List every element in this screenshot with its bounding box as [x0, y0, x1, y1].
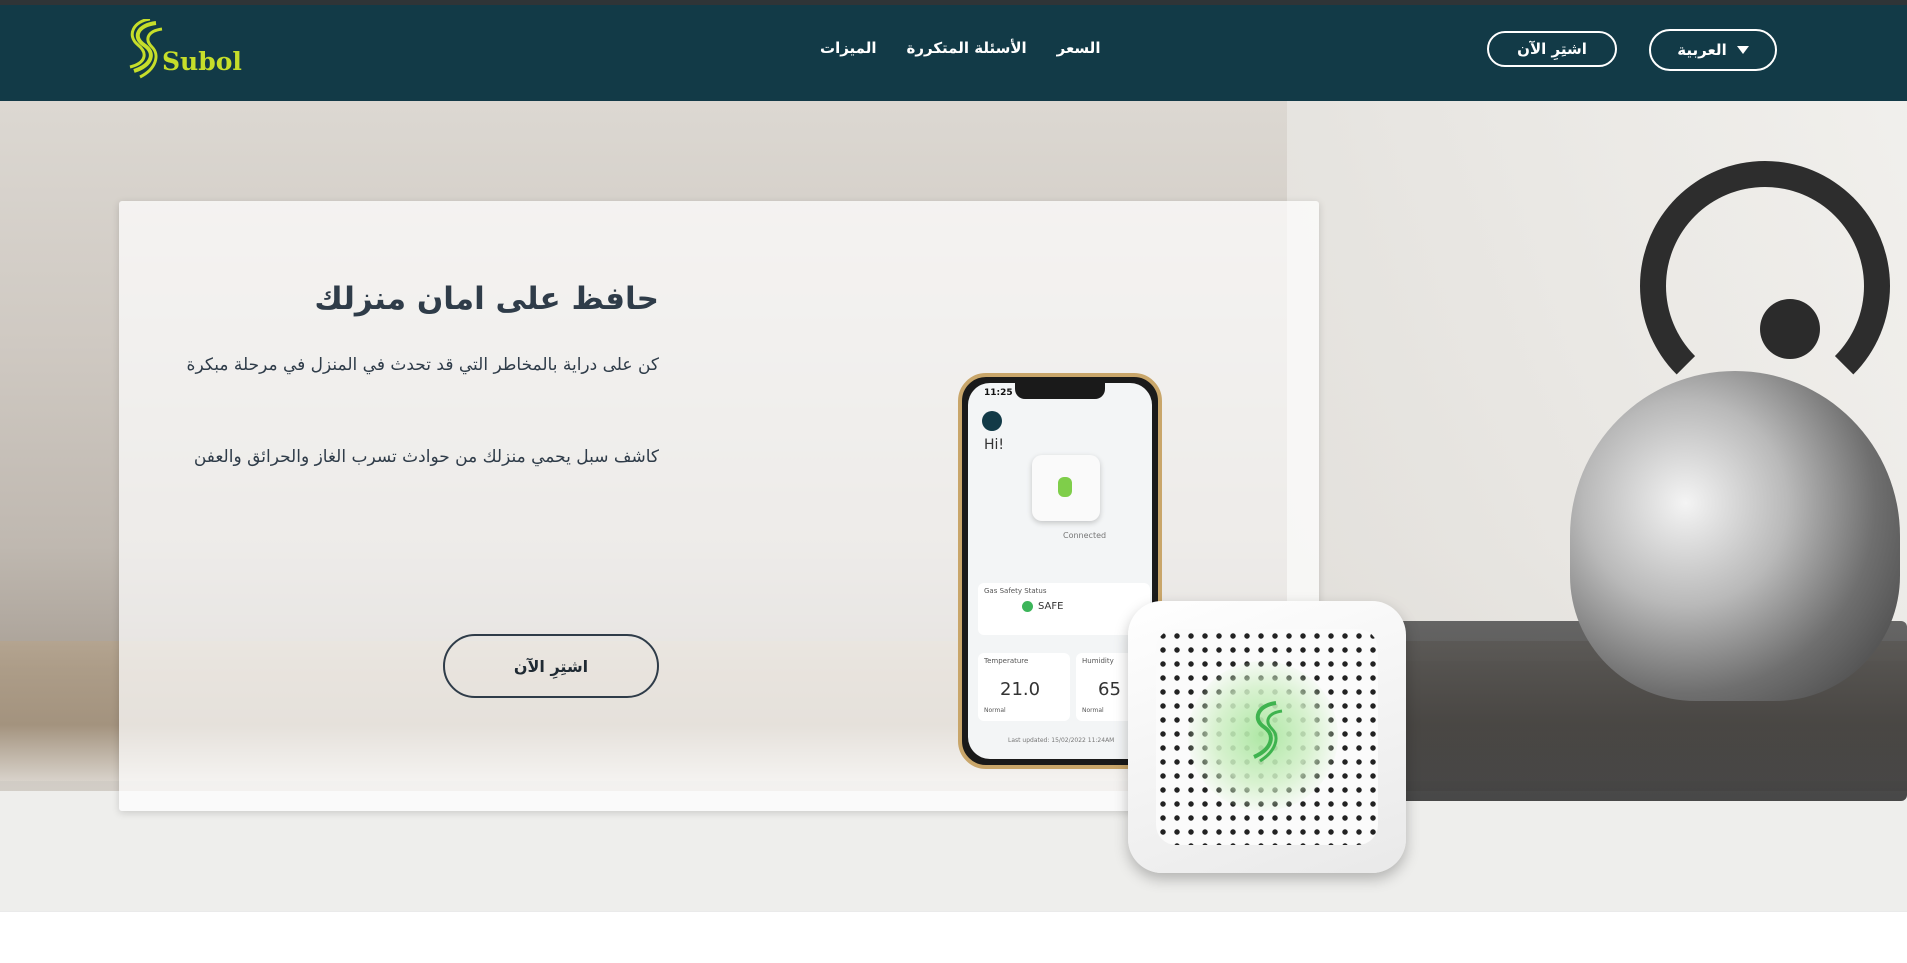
temperature-label: Temperature: [984, 657, 1029, 665]
detector-device-image: [1128, 601, 1406, 873]
brand-logo[interactable]: Subol: [126, 17, 242, 83]
check-icon: [1022, 601, 1033, 612]
caret-down-icon: [1736, 46, 1749, 54]
buy-now-button[interactable]: اشتِرِ الآن: [1487, 31, 1617, 67]
main-nav: السعر الأسئلة المتكررة الميزات: [820, 39, 1100, 65]
brand-name: Subol: [162, 47, 242, 76]
hero-section: حافظ على امان منزلك كن على دراية بالمخاط…: [0, 101, 1907, 911]
leaf-icon: [1058, 477, 1072, 497]
temperature-state: Normal: [984, 707, 1006, 714]
nav-link-features[interactable]: الميزات: [820, 39, 877, 65]
humidity-value: 65: [1098, 679, 1121, 700]
hero-title: حافظ على امان منزلك: [314, 281, 659, 317]
navbar: Subol السعر الأسئلة المتكررة الميزات اشت…: [0, 5, 1907, 101]
kettle-image: [1570, 371, 1900, 701]
device-thumbnail: [1032, 455, 1100, 521]
phone-greeting: Hi!: [984, 437, 1005, 453]
last-updated: Last updated: 15/02/2022 11:24AM: [1008, 737, 1115, 744]
kettle-knob: [1760, 299, 1820, 359]
device-logo-icon: [1253, 701, 1283, 763]
humidity-label: Humidity: [1082, 657, 1114, 665]
nav-link-price[interactable]: السعر: [1057, 39, 1101, 65]
language-selector[interactable]: العربية: [1649, 29, 1777, 71]
hero-buy-button[interactable]: اشتِرِ الآن: [443, 634, 659, 698]
language-label: العربية: [1677, 41, 1727, 59]
phone-time: 11:25: [984, 388, 1013, 398]
phone-notch: [1015, 383, 1105, 399]
hero-description: كاشف سبل يحمي منزلك من حوادث تسرب الغاز …: [193, 447, 659, 467]
subol-logo-icon: [129, 17, 163, 79]
temperature-tile: Temperature 21.0 Normal: [978, 653, 1070, 721]
gas-status-card: Gas Safety Status SAFE: [978, 583, 1150, 635]
connection-status: Connected: [1063, 531, 1107, 540]
humidity-state: Normal: [1082, 707, 1104, 714]
hero-subtitle: كن على دراية بالمخاطر التي قد تحدث في ال…: [186, 355, 659, 375]
below-fold: [0, 911, 1907, 963]
temperature-value: 21.0: [1000, 679, 1041, 700]
gas-status-value: SAFE: [1038, 601, 1064, 612]
nav-link-faq[interactable]: الأسئلة المتكررة: [907, 39, 1027, 65]
gas-status-label: Gas Safety Status: [984, 587, 1047, 595]
phone-screen: 11:25 Hi! Connected Gas Safety Status SA…: [968, 383, 1152, 759]
menu-icon: [982, 411, 1002, 431]
